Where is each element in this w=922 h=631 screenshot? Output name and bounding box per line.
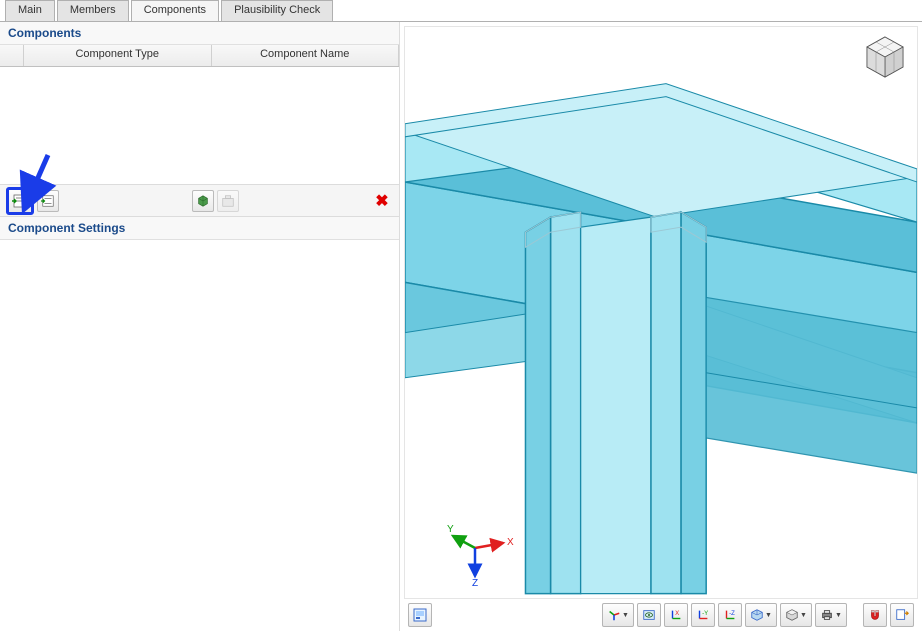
col-component-name: Component Name — [212, 45, 400, 66]
printer-icon — [820, 608, 834, 622]
add-list-icon — [12, 193, 28, 209]
left-panel: Components Component Type Component Name — [0, 22, 400, 631]
new-window-icon — [895, 608, 909, 622]
view-y-button[interactable]: -Y — [691, 603, 715, 627]
tab-members[interactable]: Members — [57, 0, 129, 21]
axis-toggle-button[interactable]: ▼ — [602, 603, 634, 627]
add-component-button[interactable] — [6, 187, 34, 215]
edit-component-button — [217, 190, 239, 212]
magnet-icon — [868, 608, 882, 622]
3d-viewport[interactable]: X Y Z — [404, 26, 918, 599]
steel-connection-scene — [405, 27, 917, 598]
components-panel-title: Components — [0, 22, 399, 45]
svg-text:Z: Z — [472, 578, 478, 588]
svg-text:-Y: -Y — [702, 610, 708, 617]
component-settings-title: Component Settings — [0, 217, 399, 240]
refresh-3d-button[interactable] — [192, 190, 214, 212]
tab-plausibility[interactable]: Plausibility Check — [221, 0, 333, 21]
axis-gizmo[interactable]: X Y Z — [445, 518, 515, 588]
component-settings-panel — [0, 240, 399, 631]
axis-icon — [607, 608, 621, 622]
refresh-cube-icon — [196, 194, 210, 208]
svg-text:-Z: -Z — [729, 610, 735, 617]
magnet-button[interactable] — [863, 603, 887, 627]
new-window-button[interactable] — [890, 603, 914, 627]
iso-icon — [750, 608, 764, 622]
col-component-type: Component Type — [24, 45, 212, 66]
table-header: Component Type Component Name — [0, 45, 399, 67]
insert-list-icon — [41, 194, 55, 208]
render-mode-button[interactable]: ▼ — [780, 603, 812, 627]
components-table: Component Type Component Name — [0, 45, 399, 185]
svg-text:X: X — [675, 610, 679, 617]
tab-main[interactable]: Main — [5, 0, 55, 21]
insert-component-button[interactable] — [37, 190, 59, 212]
tab-components[interactable]: Components — [131, 0, 219, 21]
view-cube-gizmo[interactable] — [861, 33, 909, 81]
print-dropdown-button[interactable]: ▼ — [815, 603, 847, 627]
eye-cube-icon — [642, 608, 656, 622]
print-view-button[interactable] — [408, 603, 432, 627]
components-toolbar: ✖ — [0, 185, 399, 217]
delete-component-button[interactable]: ✖ — [371, 190, 393, 212]
col-index — [0, 45, 24, 66]
delete-x-icon: ✖ — [375, 191, 388, 211]
show-all-button[interactable] — [637, 603, 661, 627]
viewport-panel: X Y Z ▼ — [400, 22, 922, 631]
iso-view-button[interactable]: ▼ — [745, 603, 777, 627]
view-z-button[interactable]: -Z — [718, 603, 742, 627]
viewport-toolbar: ▼ X -Y — [404, 601, 918, 629]
print-graphic-icon — [412, 607, 428, 623]
svg-text:Y: Y — [447, 524, 454, 535]
tab-bar: Main Members Components Plausibility Che… — [0, 0, 922, 22]
view-x-button[interactable]: X — [664, 603, 688, 627]
svg-text:X: X — [507, 537, 514, 548]
table-edit-icon — [221, 194, 235, 208]
render-cube-icon — [785, 608, 799, 622]
view-x-icon: X — [669, 608, 683, 622]
view-y-icon: -Y — [696, 608, 710, 622]
view-z-icon: -Z — [723, 608, 737, 622]
